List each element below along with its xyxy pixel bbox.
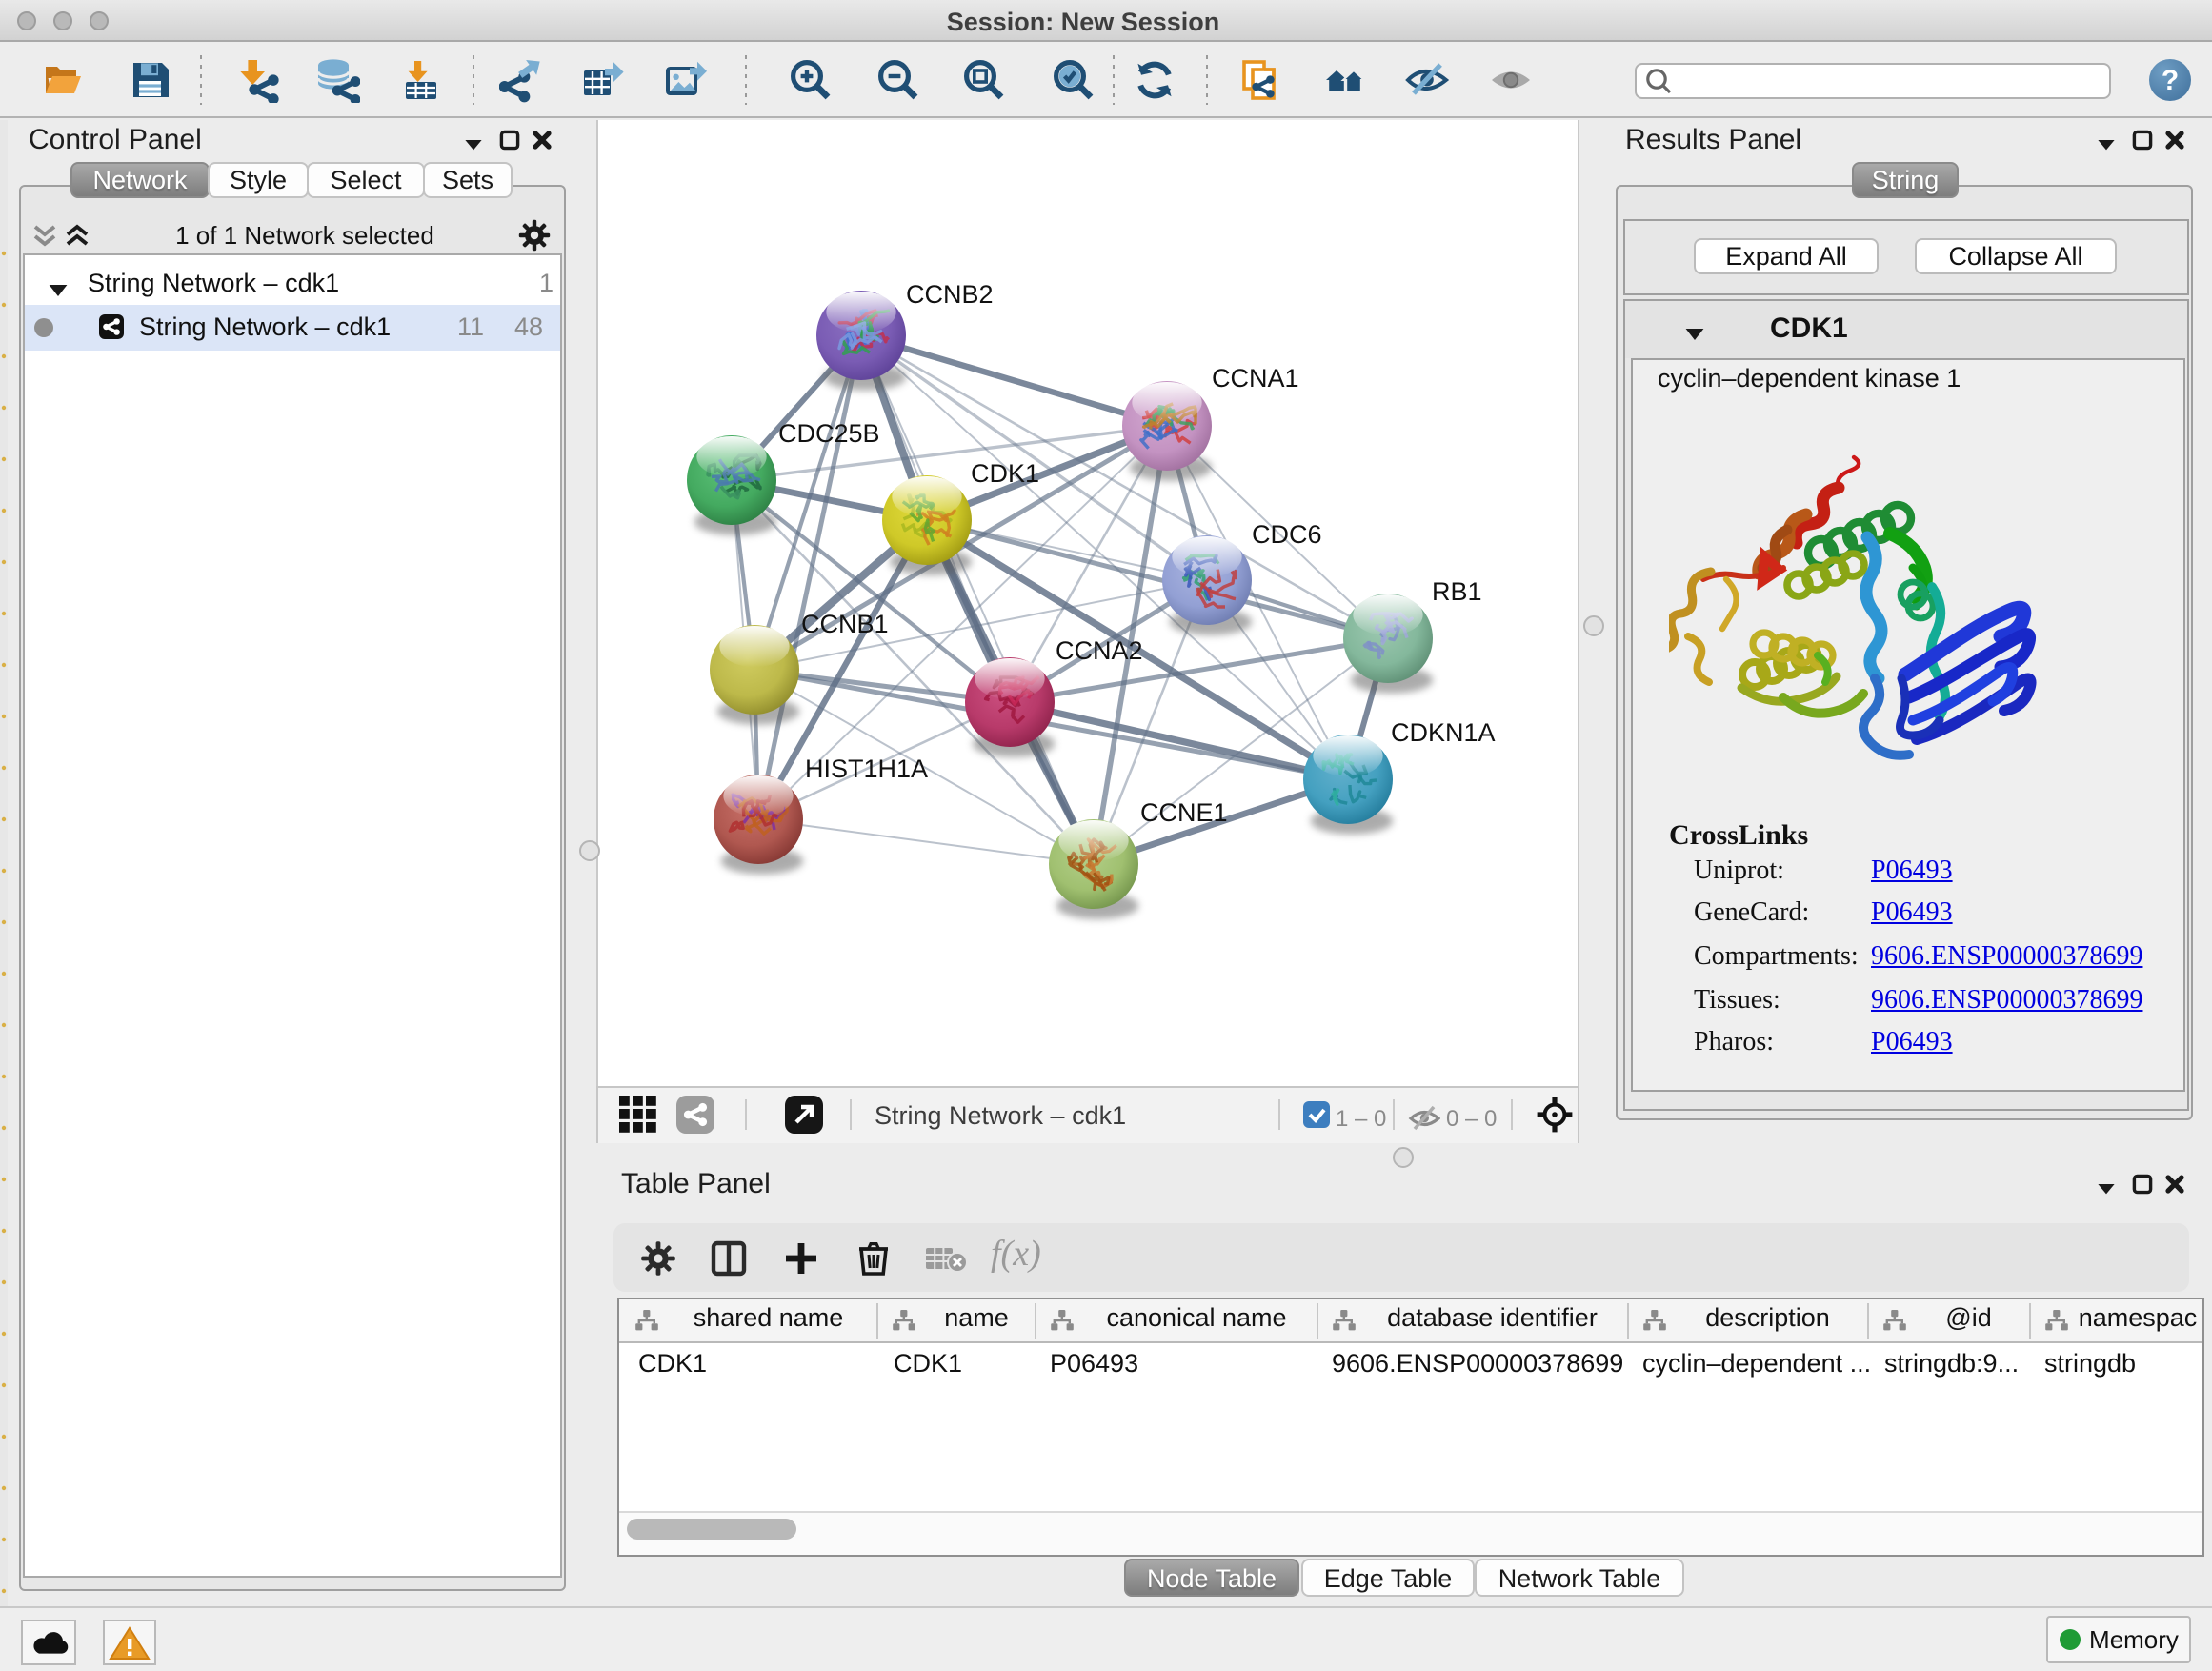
svg-text:HIST1H1A: HIST1H1A — [805, 755, 928, 783]
svg-text:CDC25B: CDC25B — [778, 419, 880, 448]
svg-text:RB1: RB1 — [1432, 577, 1482, 606]
svg-text:CCNA1: CCNA1 — [1212, 364, 1299, 393]
svg-text:CCNB1: CCNB1 — [801, 610, 889, 638]
svg-text:CCNB2: CCNB2 — [906, 280, 994, 309]
svg-text:CCNE1: CCNE1 — [1140, 798, 1228, 827]
svg-text:CDC6: CDC6 — [1252, 520, 1322, 549]
svg-text:CDKN1A: CDKN1A — [1391, 718, 1496, 747]
svg-text:CDK1: CDK1 — [971, 459, 1039, 488]
svg-text:CCNA2: CCNA2 — [1056, 636, 1143, 665]
